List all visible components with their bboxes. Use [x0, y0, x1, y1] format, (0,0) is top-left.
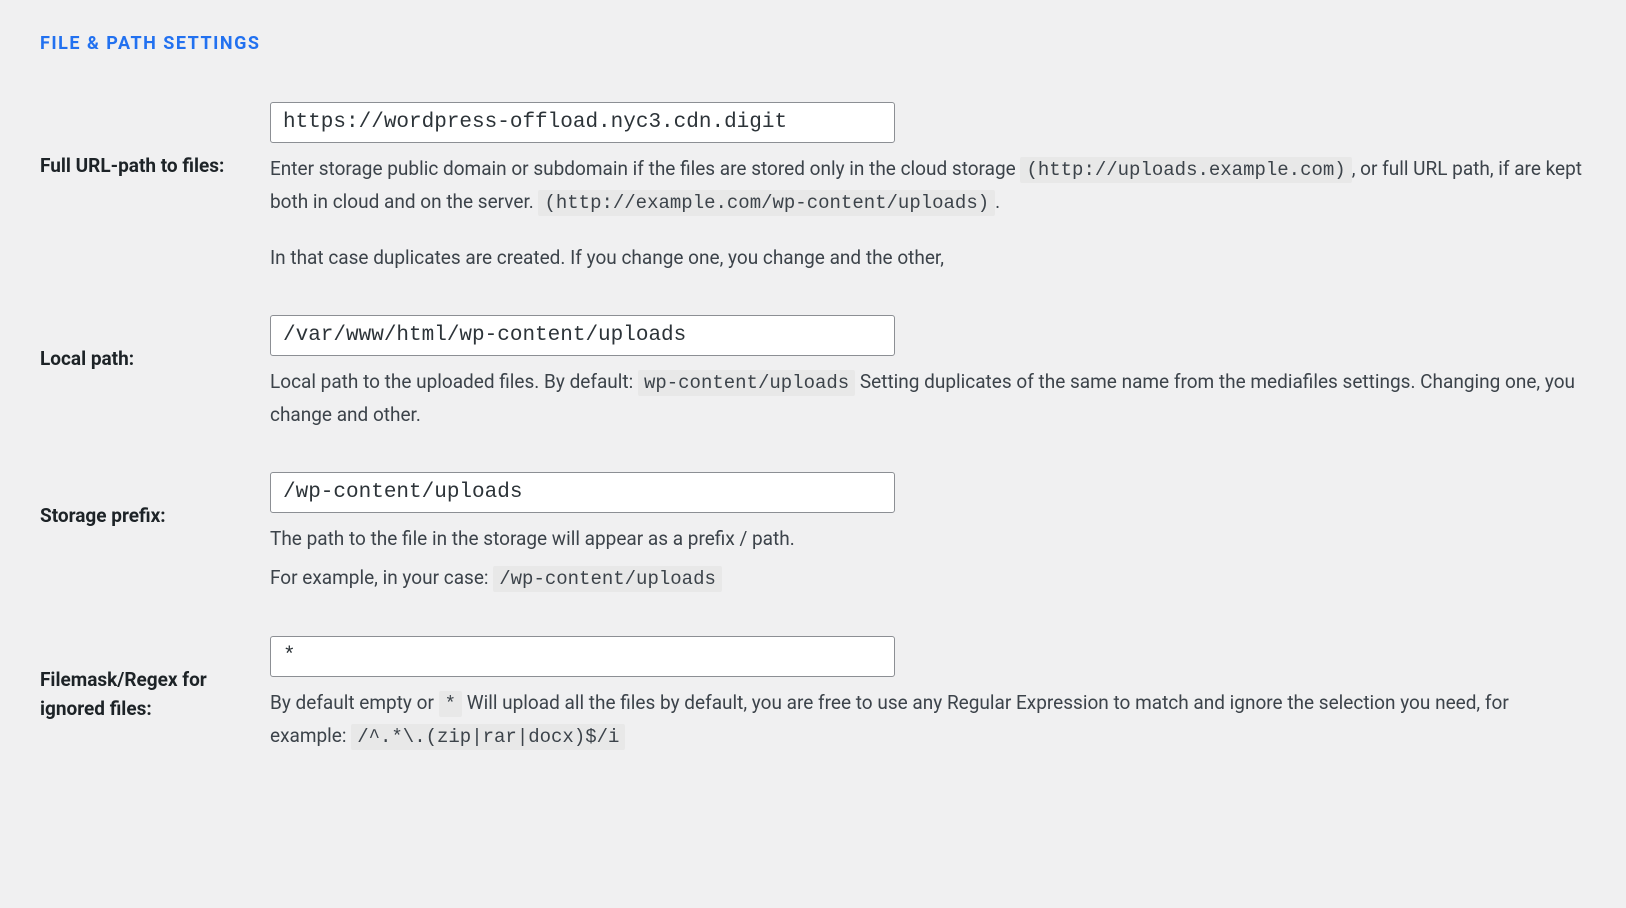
code-snippet: * — [439, 691, 462, 717]
row-local-path: Local path: Local path to the uploaded f… — [40, 315, 1586, 438]
desc-text: . — [995, 190, 1000, 213]
content-storage-prefix: The path to the file in the storage will… — [270, 472, 1586, 601]
code-snippet: /^.*\.(zip|rar|docx)$/i — [351, 724, 625, 750]
content-filemask: By default empty or * Will upload all th… — [270, 636, 1586, 760]
row-filemask: Filemask/Regex for ignored files: By def… — [40, 636, 1586, 760]
code-snippet: (http://uploads.example.com) — [1020, 157, 1351, 183]
full-url-input[interactable] — [270, 102, 895, 143]
desc-local-path: Local path to the uploaded files. By def… — [270, 366, 1586, 432]
label-filemask: Filemask/Regex for ignored files: — [40, 636, 270, 723]
label-local-path: Local path: — [40, 315, 270, 374]
desc-text: The path to the file in the storage will… — [270, 523, 1586, 555]
label-storage-prefix: Storage prefix: — [40, 472, 270, 531]
local-path-input[interactable] — [270, 315, 895, 356]
desc-full-url: Enter storage public domain or subdomain… — [270, 153, 1586, 274]
content-full-url: Enter storage public domain or subdomain… — [270, 102, 1586, 280]
code-snippet: /wp-content/uploads — [493, 566, 722, 592]
desc-text: For example, in your case: — [270, 566, 493, 589]
label-full-url: Full URL-path to files: — [40, 102, 270, 181]
desc-text: In that case duplicates are created. If … — [270, 242, 1586, 274]
desc-text: Local path to the uploaded files. By def… — [270, 370, 638, 393]
desc-storage-prefix: The path to the file in the storage will… — [270, 523, 1586, 595]
code-snippet: (http://example.com/wp-content/uploads) — [538, 190, 995, 216]
content-local-path: Local path to the uploaded files. By def… — [270, 315, 1586, 438]
section-title: FILE & PATH SETTINGS — [40, 30, 1586, 57]
row-full-url: Full URL-path to files: Enter storage pu… — [40, 102, 1586, 280]
desc-filemask: By default empty or * Will upload all th… — [270, 687, 1586, 754]
desc-text: Enter storage public domain or subdomain… — [270, 157, 1016, 180]
filemask-input[interactable] — [270, 636, 895, 677]
row-storage-prefix: Storage prefix: The path to the file in … — [40, 472, 1586, 601]
storage-prefix-input[interactable] — [270, 472, 895, 513]
desc-text: By default empty or — [270, 691, 439, 714]
code-snippet: wp-content/uploads — [638, 370, 855, 396]
